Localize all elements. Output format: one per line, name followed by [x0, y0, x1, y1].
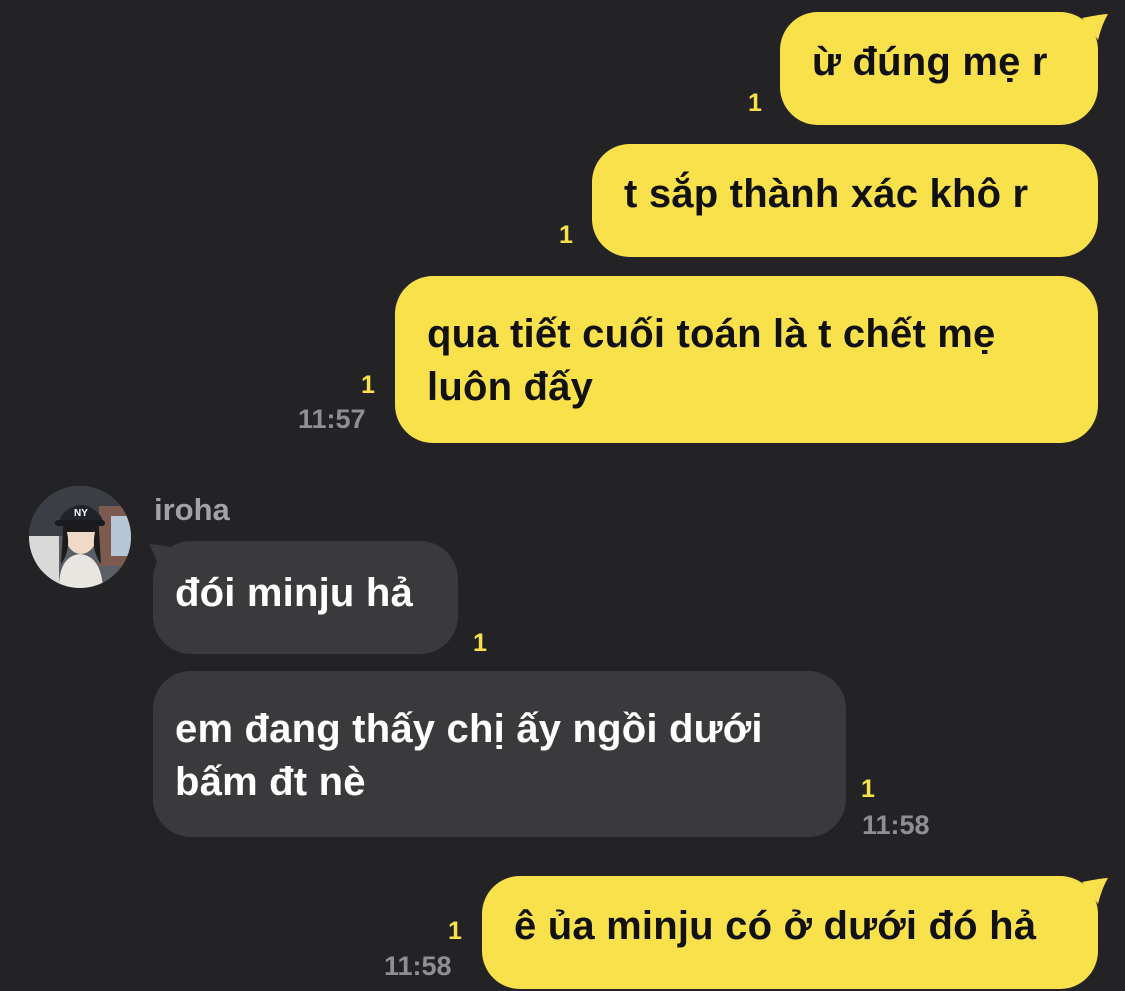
unread-count: 1 [448, 917, 462, 945]
message-bubble-outgoing[interactable]: ê ủa minju có ở dưới đó hả [482, 876, 1098, 989]
bubble-tail [149, 544, 175, 570]
message-bubble-incoming[interactable]: em đang thấy chị ấy ngồi dưới bấm đt nè [153, 671, 846, 837]
contact-name: iroha [154, 492, 230, 527]
profile-photo-icon: NY [29, 486, 131, 588]
unread-count: 1 [861, 775, 875, 803]
message-bubble-incoming[interactable]: đói minju hả [153, 541, 458, 654]
message-timestamp: 11:58 [862, 810, 930, 840]
unread-count: 1 [748, 89, 762, 117]
unread-count: 1 [473, 629, 487, 657]
bubble-tail [1082, 878, 1108, 904]
message-timestamp: 11:58 [384, 951, 452, 981]
contact-avatar[interactable]: NY [29, 486, 131, 588]
message-timestamp: 11:57 [298, 404, 366, 434]
unread-count: 1 [559, 221, 573, 249]
bubble-tail [1082, 14, 1108, 40]
svg-text:NY: NY [74, 508, 88, 519]
message-bubble-outgoing[interactable]: qua tiết cuối toán là t chết mẹ luôn đấy [395, 276, 1098, 443]
unread-count: 1 [361, 371, 375, 399]
message-bubble-outgoing[interactable]: t sắp thành xác khô r [592, 144, 1098, 257]
message-bubble-outgoing[interactable]: ừ đúng mẹ r [780, 12, 1098, 125]
